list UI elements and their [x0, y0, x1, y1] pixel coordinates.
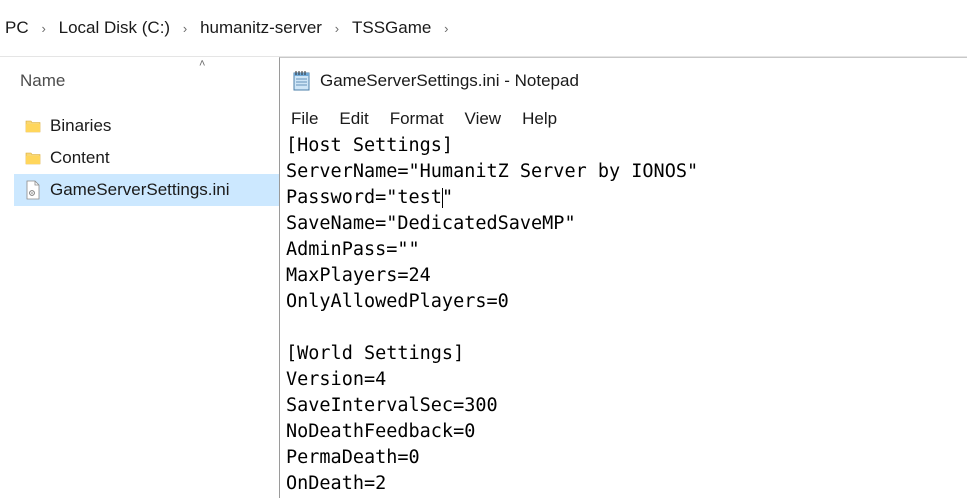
- sort-ascending-icon[interactable]: ˄: [199, 58, 205, 70]
- menu-help[interactable]: Help: [511, 109, 567, 129]
- explorer-file-list: ˄ Name Binaries Content GameServerSettin…: [0, 57, 279, 498]
- file-name: Binaries: [50, 116, 112, 135]
- folder-icon: [23, 116, 43, 136]
- file-row-gameserversettings[interactable]: GameServerSettings.ini: [14, 174, 279, 206]
- breadcrumb-humanitz-server[interactable]: humanitz-server: [200, 18, 322, 38]
- menu-edit[interactable]: Edit: [328, 109, 378, 129]
- chevron-right-icon[interactable]: ›: [322, 21, 352, 36]
- ini-file-icon: [23, 180, 43, 200]
- chevron-right-icon[interactable]: ›: [431, 21, 461, 36]
- editor-line: [Host Settings]: [286, 135, 454, 156]
- editor-line: Password="test": [286, 187, 454, 208]
- column-header-name[interactable]: Name: [20, 71, 65, 91]
- chevron-right-icon[interactable]: ›: [29, 21, 59, 36]
- editor-line: Version=4: [286, 369, 387, 390]
- notepad-window: GameServerSettings.ini - Notepad File Ed…: [279, 57, 967, 498]
- editor-line: ServerName="HumanitZ Server by IONOS": [286, 161, 699, 182]
- menu-file[interactable]: File: [280, 109, 328, 129]
- window-title: GameServerSettings.ini - Notepad: [320, 71, 579, 90]
- folder-icon: [23, 148, 43, 168]
- breadcrumb-local-disk[interactable]: Local Disk (C:): [59, 18, 170, 38]
- menu-bar: File Edit Format View Help: [280, 105, 567, 133]
- editor-line: SaveIntervalSec=300: [286, 395, 498, 416]
- editor-line: [World Settings]: [286, 343, 465, 364]
- file-name: GameServerSettings.ini: [50, 180, 230, 199]
- file-row-binaries[interactable]: Binaries: [14, 110, 279, 142]
- notepad-icon: [292, 70, 312, 92]
- editor-line: PermaDeath=0: [286, 447, 420, 468]
- title-bar[interactable]: GameServerSettings.ini - Notepad: [280, 58, 967, 104]
- file-row-content[interactable]: Content: [14, 142, 279, 174]
- editor-line: MaxPlayers=24: [286, 265, 431, 286]
- breadcrumb-tssgame[interactable]: TSSGame: [352, 18, 431, 38]
- editor-line: OnDeath=2: [286, 473, 387, 494]
- menu-view[interactable]: View: [454, 109, 512, 129]
- chevron-right-icon[interactable]: ›: [170, 21, 200, 36]
- editor-line: OnlyAllowedPlayers=0: [286, 291, 509, 312]
- breadcrumb-pc[interactable]: PC: [5, 18, 29, 38]
- menu-format[interactable]: Format: [379, 109, 454, 129]
- editor-line: NoDeathFeedback=0: [286, 421, 476, 442]
- file-name: Content: [50, 148, 110, 167]
- screen: PC › Local Disk (C:) › humanitz-server ›…: [0, 0, 967, 498]
- editor-line: AdminPass="": [286, 239, 420, 260]
- editor-line: SaveName="DedicatedSaveMP": [286, 213, 576, 234]
- text-editor[interactable]: [Host Settings] ServerName="HumanitZ Serv…: [280, 133, 967, 498]
- breadcrumb: PC › Local Disk (C:) › humanitz-server ›…: [0, 0, 967, 57]
